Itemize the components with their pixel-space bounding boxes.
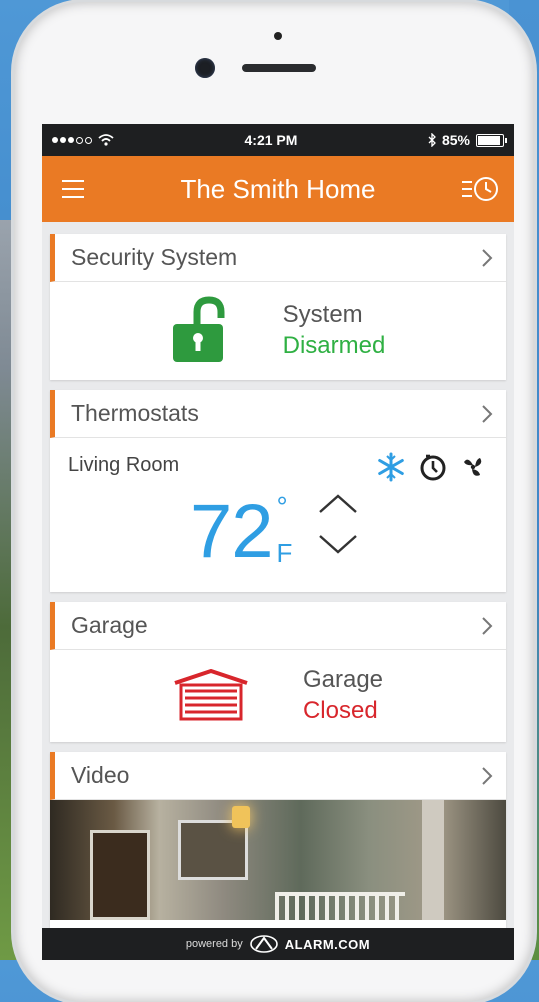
thermostat-card: Thermostats Living Room 72 ° F <box>50 390 506 592</box>
degree-symbol: ° <box>276 491 288 522</box>
video-card-header[interactable]: Video <box>50 752 506 800</box>
signal-strength-icon <box>52 136 92 144</box>
proximity-sensor <box>274 32 282 40</box>
signal-area <box>52 134 114 146</box>
status-time: 4:21 PM <box>244 132 298 148</box>
temperature-stepper <box>319 494 357 554</box>
temperature-unit: F <box>276 538 293 568</box>
chevron-right-icon[interactable] <box>480 616 494 636</box>
security-card: Security System System Disarmed <box>50 234 506 380</box>
alarm-logo-icon <box>249 935 278 953</box>
bluetooth-icon <box>428 133 436 147</box>
thermostat-body: Living Room 72 ° F <box>50 438 506 590</box>
garage-state: Closed <box>302 697 378 724</box>
thermostat-card-header[interactable]: Thermostats <box>50 390 506 438</box>
room-name: Living Room <box>68 454 180 476</box>
app-screen: 4:21 PM 85% The Smith Home Security Syst… <box>42 124 514 960</box>
garage-card: Garage Garage Closed <box>50 602 506 742</box>
fan-icon[interactable] <box>460 454 486 480</box>
temperature-display: 72 ° F <box>190 490 292 574</box>
chevron-right-icon[interactable] <box>480 766 494 786</box>
activity-history-icon[interactable] <box>460 174 502 204</box>
garage-card-header[interactable]: Garage <box>50 602 506 650</box>
chevron-right-icon[interactable] <box>480 404 494 424</box>
thermostat-title: Thermostats <box>71 400 199 426</box>
garage-label: Garage <box>302 666 384 693</box>
temperature-value: 72 <box>190 489 274 574</box>
garage-body: Garage Closed <box>50 650 506 740</box>
earpiece-speaker <box>242 64 316 72</box>
wifi-icon <box>98 134 114 146</box>
video-card: Video <box>50 752 506 928</box>
page-title: The Smith Home <box>180 173 376 204</box>
chevron-right-icon[interactable] <box>480 248 494 268</box>
security-card-header[interactable]: Security System <box>50 234 506 282</box>
video-feed-thumbnail[interactable] <box>50 800 506 920</box>
battery-percent: 85% <box>441 132 470 148</box>
schedule-clock-icon[interactable] <box>418 452 448 482</box>
security-status: System Disarmed <box>283 299 386 361</box>
snowflake-icon[interactable] <box>376 452 406 482</box>
security-body: System Disarmed <box>50 282 506 378</box>
garage-title: Garage <box>71 612 148 638</box>
footer-bar: powered by ALARM.COM <box>42 928 514 960</box>
security-title: Security System <box>71 244 238 270</box>
unlocked-padlock-icon <box>172 296 225 362</box>
temp-down-button[interactable] <box>319 535 357 554</box>
front-camera <box>195 58 215 78</box>
thermostat-mode-icons <box>376 452 486 482</box>
video-title: Video <box>71 762 130 788</box>
temperature-unit-group: ° F <box>276 491 293 569</box>
app-header: The Smith Home <box>42 156 514 222</box>
battery-icon <box>475 133 507 147</box>
security-label: System <box>282 301 363 328</box>
brand-name: ALARM.COM <box>284 936 371 952</box>
menu-icon[interactable] <box>62 180 84 198</box>
garage-status: Garage Closed <box>303 664 383 726</box>
status-bar: 4:21 PM 85% <box>42 124 514 156</box>
temp-up-button[interactable] <box>319 494 357 513</box>
garage-door-icon <box>174 669 248 721</box>
security-state: Disarmed <box>282 332 386 359</box>
powered-by-text: powered by <box>185 938 243 950</box>
battery-area: 85% <box>428 132 507 148</box>
